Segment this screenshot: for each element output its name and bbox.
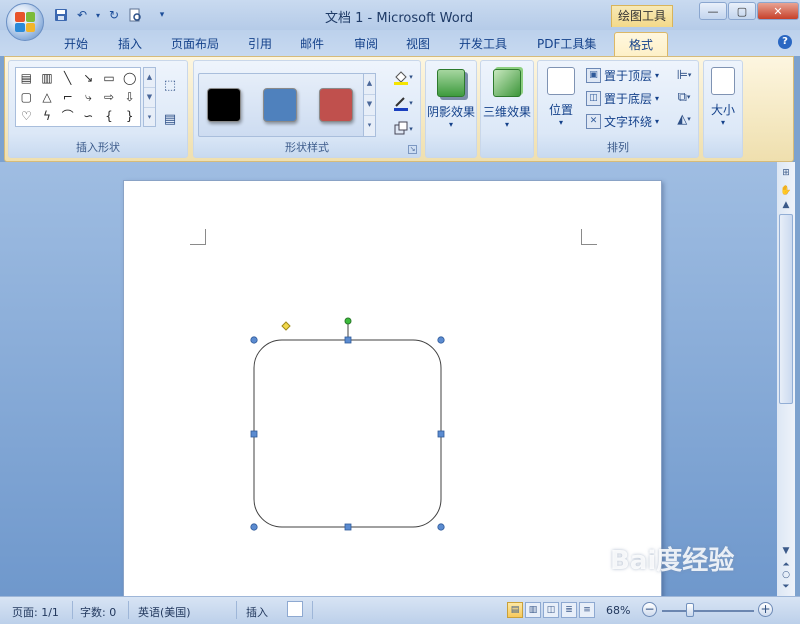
resize-handle-right[interactable] xyxy=(437,430,445,438)
next-page-icon[interactable]: ⏷ xyxy=(779,580,793,594)
ruler-toggle-icon[interactable]: ⊞ xyxy=(779,166,793,180)
resize-handle-top-left[interactable] xyxy=(250,336,258,344)
macro-record-icon[interactable] xyxy=(287,601,303,617)
resize-handle-bottom[interactable] xyxy=(344,523,352,531)
outline-view-icon[interactable]: ≣ xyxy=(561,602,577,618)
language-indicator[interactable]: 英语(美国) xyxy=(138,604,191,620)
shape-overlay xyxy=(250,317,445,531)
scroll-down-icon[interactable]: ▼ xyxy=(779,544,793,558)
status-divider xyxy=(312,601,313,619)
zoom-slider-track[interactable] xyxy=(662,610,754,612)
zoom-slider-thumb[interactable] xyxy=(686,603,694,617)
insert-mode-indicator[interactable]: 插入 xyxy=(246,604,268,620)
vertical-scrollbar[interactable]: ⊞ ✋ ▲ ▼ ⏶ ○ ⏷ xyxy=(777,162,795,596)
resize-handle-top[interactable] xyxy=(344,336,352,344)
watermark: Bai度经验 xyxy=(610,546,735,576)
full-screen-reading-view-icon[interactable]: ▥ xyxy=(525,602,541,618)
word-count[interactable]: 字数: 0 xyxy=(80,604,116,620)
rounded-rectangle-shape[interactable] xyxy=(253,339,442,528)
status-bar: 页面: 1/1 字数: 0 英语(美国) 插入 ▤ ▥ ◫ ≣ ≡ 68% − … xyxy=(0,596,800,624)
zoom-out-button[interactable]: − xyxy=(642,602,657,617)
adjust-handle[interactable] xyxy=(281,321,291,331)
office-button[interactable] xyxy=(6,3,44,41)
status-divider xyxy=(128,601,129,619)
status-divider xyxy=(236,601,237,619)
print-layout-view-icon[interactable]: ▤ xyxy=(507,602,523,618)
resize-handle-bottom-right[interactable] xyxy=(437,523,445,531)
resize-handle-bottom-left[interactable] xyxy=(250,523,258,531)
web-layout-view-icon[interactable]: ◫ xyxy=(543,602,559,618)
pan-hand-icon[interactable]: ✋ xyxy=(779,184,793,198)
scroll-up-icon[interactable]: ▲ xyxy=(779,200,793,210)
scroll-thumb[interactable] xyxy=(779,214,793,404)
office-logo-icon xyxy=(15,12,35,32)
rotate-handle[interactable] xyxy=(344,317,352,325)
draft-view-icon[interactable]: ≡ xyxy=(579,602,595,618)
resize-handle-top-right[interactable] xyxy=(437,336,445,344)
zoom-level[interactable]: 68% xyxy=(606,604,630,617)
page-count[interactable]: 页面: 1/1 xyxy=(12,604,59,620)
zoom-in-button[interactable]: + xyxy=(758,602,773,617)
status-divider xyxy=(72,601,73,619)
resize-handle-left[interactable] xyxy=(250,430,258,438)
